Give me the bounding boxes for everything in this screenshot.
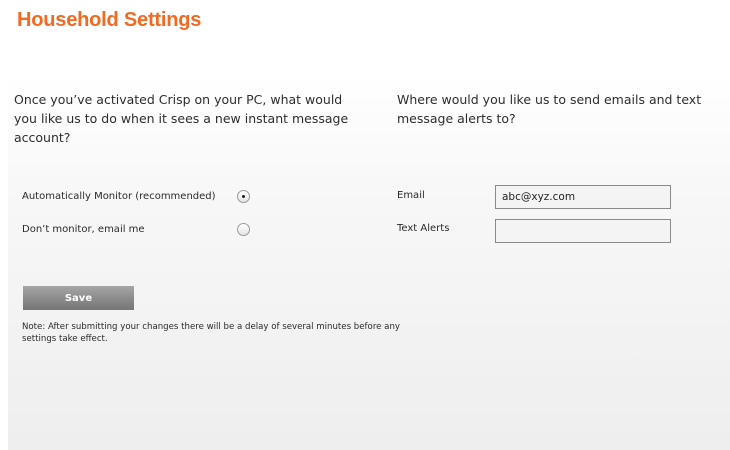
settings-note: Note: After submitting your changes ther…: [22, 322, 400, 344]
email-label: Email: [397, 190, 425, 201]
settings-panel: Once you’ve activated Crisp on your PC, …: [8, 72, 730, 450]
option-dont-monitor-label: Don’t monitor, email me: [22, 224, 145, 235]
option-dont-monitor[interactable]: Don’t monitor, email me: [22, 221, 272, 241]
alerts-question: Where would you like us to send emails a…: [397, 92, 702, 126]
save-button[interactable]: Save: [23, 286, 134, 310]
option-auto-monitor-label: Automatically Monitor (recommended): [22, 191, 216, 202]
text-alerts-label: Text Alerts: [397, 223, 450, 234]
monitoring-question: Once you’ve activated Crisp on your PC, …: [14, 92, 349, 145]
email-field[interactable]: [495, 185, 671, 209]
option-auto-monitor[interactable]: Automatically Monitor (recommended): [22, 188, 272, 208]
page-title: Household Settings: [17, 9, 202, 31]
auto-monitor-radio[interactable]: [237, 190, 250, 203]
text-alerts-field[interactable]: [495, 219, 671, 243]
dont-monitor-radio[interactable]: [237, 223, 250, 236]
